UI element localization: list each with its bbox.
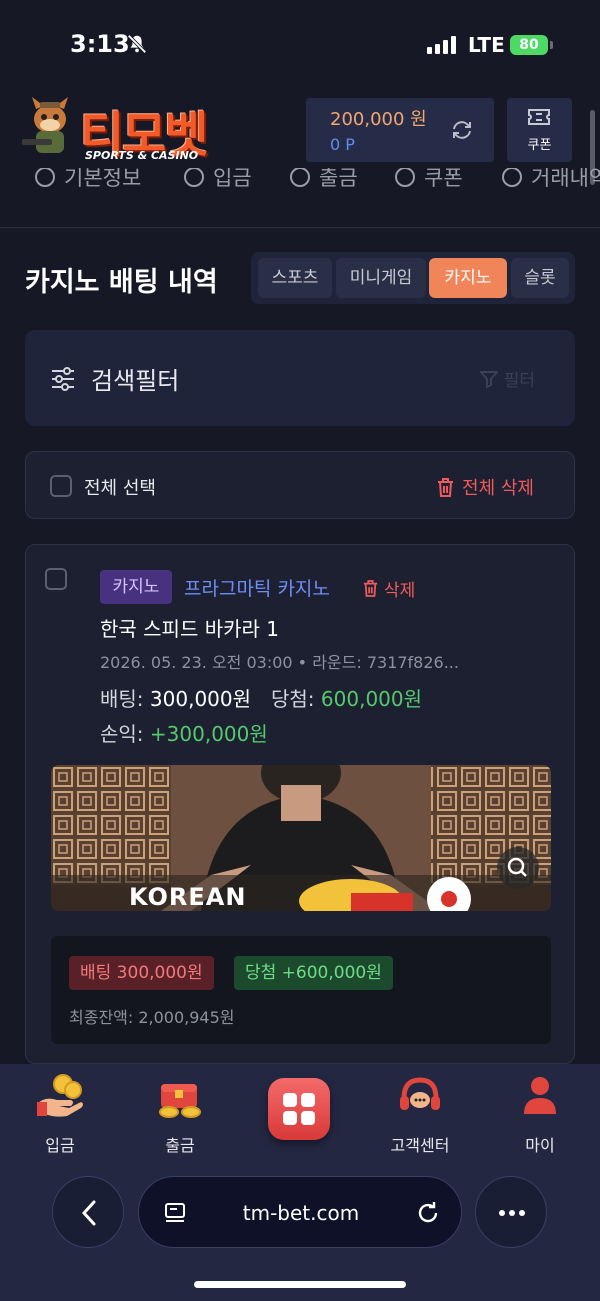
nav-label: 거래내역 <box>531 168 600 190</box>
signal-icon <box>427 36 456 54</box>
browser-back-button[interactable] <box>52 1176 124 1248</box>
delete-all-button[interactable]: 전체 삭제 <box>437 474 534 500</box>
treasure-chest-icon <box>159 1084 201 1118</box>
delete-all-label: 전체 삭제 <box>462 478 534 499</box>
browser-more-button[interactable] <box>475 1176 547 1248</box>
sliders-icon <box>52 367 74 391</box>
chevron-left-icon <box>81 1200 96 1226</box>
bottom-nav-my[interactable]: 마이 <box>485 1074 595 1156</box>
dealer-image <box>51 765 551 911</box>
logo-subtitle: SPORTS & CASINO <box>85 149 199 162</box>
select-all-label[interactable]: 전체 선택 <box>84 474 156 500</box>
bet-card: 카지노 프라그마틱 카지노 삭제 한국 스피드 바카라 1 2026. 05. … <box>25 544 575 1064</box>
clock-icon <box>502 168 522 187</box>
url-bar[interactable]: tm-bet.com <box>138 1176 462 1248</box>
reload-icon[interactable] <box>415 1200 441 1226</box>
bet-amount-label: 배팅: <box>100 687 144 711</box>
funnel-icon <box>479 370 498 388</box>
bottom-nav-deposit[interactable]: 입금 <box>5 1074 115 1156</box>
headset-icon <box>400 1077 440 1110</box>
win-amount-label: 당첨: <box>271 687 315 711</box>
balance-amount: 200,000 원 <box>330 109 427 130</box>
bottom-nav-withdraw[interactable]: 출금 <box>125 1074 235 1156</box>
filter-button-label: 필터 <box>503 371 535 391</box>
profit-label: 손익: <box>100 722 144 746</box>
bet-amount: 300,000원 <box>149 687 252 711</box>
nav-label: 쿠폰 <box>424 168 463 190</box>
refresh-icon[interactable] <box>450 118 474 142</box>
bet-checkbox[interactable] <box>45 568 67 590</box>
search-filter[interactable]: 검색필터 필터 <box>25 330 575 426</box>
coupon-button[interactable]: 쿠폰 <box>507 98 572 162</box>
status-bar: 3:13 LTE 80 <box>0 0 600 90</box>
divider <box>0 227 600 228</box>
balance-box[interactable]: 200,000 원 0 P <box>306 98 494 162</box>
category-tabs: 스포츠 미니게임 카지노 슬롯 <box>251 252 575 304</box>
bottom-nav-deposit-label: 입금 <box>45 1136 75 1155</box>
page-title: 카지노 배팅 내역 <box>25 267 218 298</box>
trash-icon <box>438 477 454 497</box>
select-all-checkbox[interactable] <box>50 475 72 497</box>
nav-item-history[interactable]: 거래내역 <box>502 168 600 190</box>
win-amount: 600,000원 <box>320 687 423 711</box>
ellipsis-icon <box>499 1210 525 1216</box>
bet-pill: 배팅 300,000원 <box>69 956 214 990</box>
select-all-bar: 전체 선택 전체 삭제 <box>25 451 575 519</box>
filter-button[interactable]: 필터 <box>479 366 535 391</box>
zoom-button[interactable] <box>497 847 539 889</box>
points-amount: 0 P <box>330 135 355 154</box>
win-pill: 당첨 +600,000원 <box>234 956 393 990</box>
user-icon <box>524 1077 556 1114</box>
profit-row: 손익: +300,000원 <box>100 718 268 747</box>
bet-amount-row: 배팅: 300,000원 <box>100 683 251 712</box>
bottom-nav-support-label: 고객센터 <box>390 1136 450 1155</box>
nav-item-profile[interactable]: 기본정보 <box>35 168 141 190</box>
nav-label: 출금 <box>319 168 358 190</box>
final-balance: 최종잔액: 2,000,945원 <box>69 1008 235 1027</box>
ticket-icon <box>395 168 415 187</box>
profit-amount: +300,000원 <box>149 722 268 746</box>
nav-label: 기본정보 <box>64 168 142 190</box>
tab-casino[interactable]: 카지노 <box>429 258 507 298</box>
thumb-caption: KOREAN <box>129 883 247 911</box>
battery-icon: 80 <box>510 35 553 55</box>
user-icon <box>35 168 55 187</box>
coin-hand-icon <box>37 1074 83 1117</box>
home-menu-button[interactable] <box>268 1078 330 1140</box>
magnifier-icon <box>507 857 527 877</box>
nav-item-withdraw[interactable]: 출금 <box>290 168 358 190</box>
win-amount-row: 당첨: 600,000원 <box>271 683 422 712</box>
tab-sports[interactable]: 스포츠 <box>258 258 332 298</box>
nav-item-coupon[interactable]: 쿠폰 <box>395 168 463 190</box>
tab-minigame[interactable]: 미니게임 <box>336 258 426 298</box>
ticket-icon <box>528 109 550 125</box>
site-logo[interactable]: 티모벳 SPORTS & CASINO <box>22 93 222 165</box>
delete-button[interactable]: 삭제 <box>363 576 415 601</box>
game-thumbnail[interactable]: KOREAN <box>51 765 551 911</box>
network-label: LTE <box>468 33 505 57</box>
coupon-label: 쿠폰 <box>527 138 552 153</box>
provider-name: 프라그마틱 카지노 <box>184 578 330 600</box>
mascot-icon <box>22 97 68 153</box>
home-indicator[interactable] <box>194 1281 406 1288</box>
game-name: 한국 스피드 바카라 1 <box>100 617 279 641</box>
filter-title: 검색필터 <box>91 367 180 395</box>
bet-meta: 2026. 05. 23. 오전 03:00 • 라운드: 7317f826..… <box>100 653 459 672</box>
tab-slot[interactable]: 슬롯 <box>511 258 569 298</box>
result-summary: 배팅 300,000원 당첨 +600,000원 최종잔액: 2,000,945… <box>51 936 551 1044</box>
nav-label: 입금 <box>213 168 252 190</box>
trash-icon <box>363 580 378 597</box>
bottom-nav-withdraw-label: 출금 <box>165 1136 195 1155</box>
bell-off-icon <box>127 34 147 54</box>
nav-item-deposit[interactable]: 입금 <box>184 168 252 190</box>
delete-label: 삭제 <box>384 581 416 601</box>
dollar-icon <box>184 168 204 187</box>
clock: 3:13 <box>70 30 130 58</box>
bottom-nav-support[interactable]: 고객센터 <box>365 1074 475 1156</box>
bottom-nav-my-label: 마이 <box>525 1136 555 1155</box>
category-badge: 카지노 <box>100 570 172 604</box>
account-nav: 기본정보 입금 출금 쿠폰 거래내역 <box>0 168 600 190</box>
dollar-icon <box>290 168 310 187</box>
